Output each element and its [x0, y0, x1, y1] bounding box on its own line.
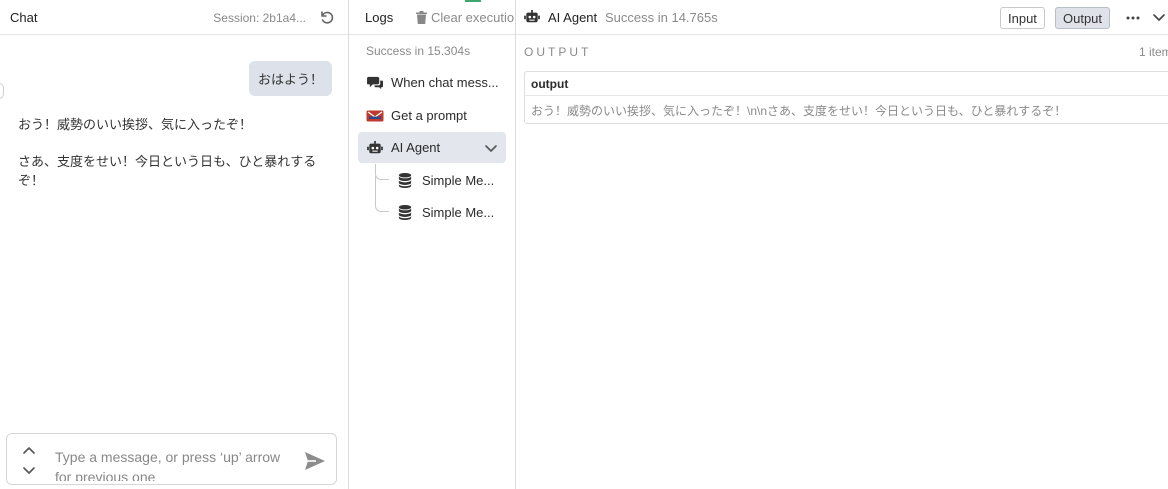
log-child-label: Simple Me...	[422, 172, 495, 188]
chat-panel: Chat Session: 2b1a4... おはよう！ おう！威勢のいい挨拶、…	[0, 0, 349, 489]
logs-title: Logs	[365, 10, 394, 25]
chat-bubbles-icon	[366, 75, 384, 91]
trash-icon	[416, 11, 427, 24]
undo-icon	[321, 11, 334, 24]
chevron-down-icon	[23, 467, 35, 474]
output-section-title: OUTPUT	[524, 45, 592, 59]
chat-title: Chat	[10, 9, 38, 25]
log-child-label: Simple Me...	[422, 204, 495, 220]
node-status: Success in 14.765s	[605, 10, 718, 25]
history-up-button[interactable]	[22, 444, 38, 456]
chat-message-input[interactable]	[55, 447, 295, 481]
logs-panel: Logs Clear executio Success in 15.304s W…	[349, 0, 516, 489]
bot-message: おう！威勢のいい挨拶、気に入ったぞ！ さあ、支度をせい！今日という日も、ひと暴れ…	[18, 115, 328, 208]
collapse-button[interactable]	[1152, 11, 1166, 25]
user-message: おはよう！	[248, 61, 332, 96]
chevron-down-icon	[1153, 14, 1165, 21]
log-child-memory[interactable]: Simple Me...	[390, 197, 506, 227]
log-child-memory[interactable]: Simple Me...	[390, 165, 506, 195]
history-down-button[interactable]	[22, 463, 38, 475]
chat-messages: おはよう！ おう！威勢のいい挨拶、気に入ったぞ！ さあ、支度をせい！今日という日…	[0, 35, 348, 430]
ellipsis-icon	[1126, 16, 1140, 20]
logs-header: Logs Clear executio	[349, 0, 515, 35]
log-item-get-prompt[interactable]: Get a prompt	[358, 100, 506, 131]
clear-execution-button[interactable]: Clear executio	[416, 10, 514, 25]
log-item-ai-agent[interactable]: AI Agent	[358, 132, 506, 163]
output-item-count: 1 item	[1139, 45, 1168, 59]
robot-icon	[524, 10, 542, 26]
database-icon	[398, 172, 414, 189]
tree-connector	[375, 176, 389, 212]
reset-session-button[interactable]	[318, 9, 336, 27]
chat-input-box	[6, 433, 337, 485]
prompt-icon	[366, 108, 384, 124]
clear-execution-label: Clear executio	[431, 10, 515, 25]
chevron-down-icon[interactable]	[484, 142, 498, 152]
tab-output[interactable]: Output	[1055, 7, 1111, 29]
chevron-up-icon	[23, 447, 35, 454]
log-item-label: Get a prompt	[391, 108, 467, 123]
session-label: Session: 2b1a4...	[213, 11, 306, 25]
accent-mark	[465, 0, 481, 2]
bot-message-line: さあ、支度をせい！今日という日も、ひと暴れするぞ！	[18, 154, 317, 188]
bot-message-line: おう！威勢のいい挨拶、気に入ったぞ！	[18, 117, 253, 132]
chat-header: Chat Session: 2b1a4...	[0, 0, 348, 35]
panel-resize-handle[interactable]	[0, 83, 4, 99]
output-cell[interactable]: おう！威勢のいい挨拶、気に入ったぞ！\n\nさあ、支度をせい！今日という日も、ひ…	[525, 96, 1168, 125]
database-icon	[398, 204, 414, 221]
node-name: AI Agent	[548, 10, 598, 25]
more-options-button[interactable]	[1126, 11, 1140, 25]
tab-input[interactable]: Input	[1000, 7, 1045, 29]
logs-status: Success in 15.304s	[366, 44, 471, 58]
log-item-label: When chat mess...	[391, 75, 499, 90]
output-panel: AI Agent Success in 14.765s Input Output…	[516, 0, 1168, 489]
output-table: output おう！威勢のいい挨拶、気に入ったぞ！\n\nさあ、支度をせい！今日…	[524, 71, 1168, 124]
output-column-header: output	[525, 72, 1168, 96]
send-icon	[305, 452, 325, 470]
output-header: AI Agent Success in 14.765s Input Output	[516, 0, 1168, 35]
log-item-chat-trigger[interactable]: When chat mess...	[358, 67, 506, 98]
log-item-label: AI Agent	[391, 140, 441, 155]
robot-icon	[366, 140, 384, 156]
send-button[interactable]	[303, 450, 327, 472]
